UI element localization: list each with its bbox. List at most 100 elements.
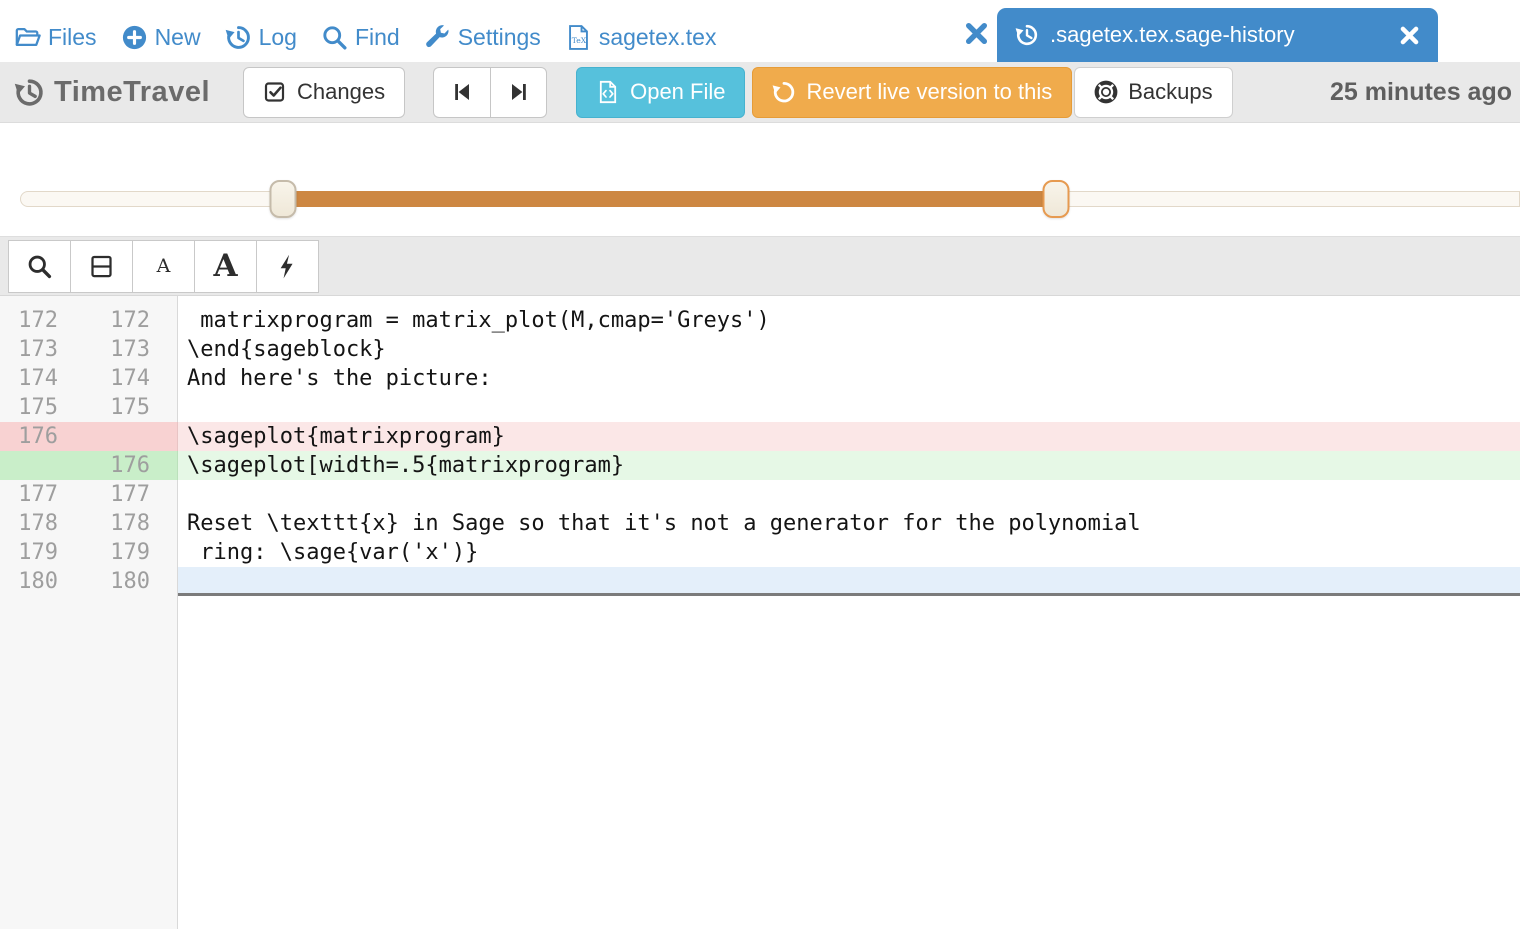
plus-circle-icon: [121, 24, 148, 51]
step-backward-button[interactable]: [433, 67, 490, 118]
code-line[interactable]: \end{sageblock}: [178, 335, 1520, 364]
diff-row: 172172 matrixprogram = matrix_plot(M,cma…: [0, 306, 1520, 335]
nav-new-label: New: [155, 24, 201, 51]
diff-row: 174174And here's the picture:: [0, 364, 1520, 393]
new-line-number: 173: [58, 335, 150, 364]
find-in-diff-button[interactable]: [8, 240, 71, 293]
old-line-number: [0, 451, 58, 480]
tab-sage-history[interactable]: .sagetex.tex.sage-history: [997, 8, 1438, 62]
line-numbers: 176: [0, 422, 178, 451]
diff-rows: 172172 matrixprogram = matrix_plot(M,cma…: [0, 296, 1520, 596]
check-square-icon: [263, 80, 287, 104]
slider-fill: [283, 191, 1056, 207]
increase-font-button[interactable]: A: [194, 240, 257, 293]
timetravel-title: TimeTravel: [14, 76, 210, 109]
folder-open-icon: [14, 24, 41, 51]
nav-new[interactable]: New: [121, 24, 201, 51]
old-line-number: 179: [0, 538, 58, 567]
revert-button[interactable]: Revert live version to this: [752, 67, 1072, 118]
code-line[interactable]: [178, 480, 1520, 509]
code-line[interactable]: matrixprogram = matrix_plot(M,cmap='Grey…: [178, 306, 1520, 335]
tex-file-icon: TeX: [565, 24, 592, 51]
old-line-number: 173: [0, 335, 58, 364]
backups-button[interactable]: Backups: [1074, 67, 1232, 118]
diff-row: 175175: [0, 393, 1520, 422]
slider-handle-right[interactable]: [1043, 180, 1070, 218]
version-slider-row: [0, 123, 1520, 236]
history-icon: [225, 24, 252, 51]
code-line[interactable]: \sageplot{matrixprogram}: [178, 422, 1520, 451]
quick-actions-button[interactable]: [256, 240, 319, 293]
close-history-tab-button[interactable]: [1399, 25, 1420, 46]
new-line-number: 177: [58, 480, 150, 509]
code-line[interactable]: [178, 393, 1520, 422]
slider-track[interactable]: [20, 191, 1520, 207]
nav-file-sagetex[interactable]: TeX sagetex.tex: [565, 24, 717, 51]
line-numbers: 172172: [0, 306, 178, 335]
nav-find-label: Find: [355, 24, 400, 51]
close-file-tab-button[interactable]: [964, 21, 989, 46]
nav-log-label: Log: [259, 24, 297, 51]
life-ring-icon: [1094, 80, 1118, 104]
code-line[interactable]: [178, 567, 1520, 596]
nav-files-label: Files: [48, 24, 97, 51]
code-line[interactable]: Reset \texttt{x} in Sage so that it's no…: [178, 509, 1520, 538]
open-file-button-label: Open File: [630, 79, 725, 105]
new-line-number: 180: [58, 567, 150, 596]
code-line[interactable]: ring: \sage{var('x')}: [178, 538, 1520, 567]
nav-files[interactable]: Files: [14, 24, 97, 51]
line-numbers: 179179: [0, 538, 178, 567]
line-numbers: 176: [0, 451, 178, 480]
font-large-icon: A: [213, 248, 237, 284]
code-line[interactable]: \sageplot[width=.5{matrixprogram}: [178, 451, 1520, 480]
diff-row: 177177: [0, 480, 1520, 509]
version-step-group: [433, 67, 547, 118]
split-cell-icon: [88, 253, 115, 280]
timetravel-title-label: TimeTravel: [54, 76, 210, 109]
code-line[interactable]: And here's the picture:: [178, 364, 1520, 393]
old-line-number: 174: [0, 364, 58, 393]
backups-button-label: Backups: [1128, 79, 1212, 105]
revert-button-label: Revert live version to this: [806, 79, 1052, 105]
new-line-number: 176: [58, 451, 150, 480]
nav-log[interactable]: Log: [225, 24, 297, 51]
decrease-font-button[interactable]: A: [132, 240, 195, 293]
close-icon: [964, 21, 989, 46]
new-line-number: [58, 422, 150, 451]
old-line-number: 176: [0, 422, 58, 451]
open-file-button[interactable]: Open File: [576, 67, 745, 118]
history-icon: [14, 77, 45, 108]
tab-title: .sagetex.tex.sage-history: [1050, 22, 1295, 48]
diff-row: 180180: [0, 567, 1520, 596]
undo-icon: [772, 80, 796, 104]
file-nav: Files New Log: [0, 24, 716, 62]
line-numbers: 174174: [0, 364, 178, 393]
step-forward-button[interactable]: [490, 67, 547, 118]
timetravel-screen: Files New Log: [0, 0, 1520, 929]
file-code-icon: [596, 80, 620, 104]
close-icon: [1399, 25, 1420, 46]
svg-text:TeX: TeX: [572, 36, 587, 45]
new-line-number: 175: [58, 393, 150, 422]
step-forward-icon: [507, 80, 531, 104]
nav-find[interactable]: Find: [321, 24, 400, 51]
old-line-number: 172: [0, 306, 58, 335]
bolt-icon: [274, 253, 301, 280]
diff-view: 172172 matrixprogram = matrix_plot(M,cma…: [0, 296, 1520, 929]
diff-row: 178178Reset \texttt{x} in Sage so that i…: [0, 509, 1520, 538]
search-icon: [321, 24, 348, 51]
old-line-number: 177: [0, 480, 58, 509]
old-line-number: 180: [0, 567, 58, 596]
slider-handle-left[interactable]: [270, 180, 297, 218]
font-small-icon: A: [157, 255, 171, 277]
editor-toolbar: A A: [0, 236, 1520, 296]
nav-settings[interactable]: Settings: [424, 24, 541, 51]
diff-row: 179179 ring: \sage{var('x')}: [0, 538, 1520, 567]
line-numbers: 173173: [0, 335, 178, 364]
diff-row: 176 \sageplot{matrixprogram}: [0, 422, 1520, 451]
changes-button[interactable]: Changes: [243, 67, 405, 118]
version-timestamp: 25 minutes ago: [1330, 78, 1514, 107]
changes-button-label: Changes: [297, 79, 385, 105]
search-icon: [26, 253, 53, 280]
split-view-button[interactable]: [70, 240, 133, 293]
